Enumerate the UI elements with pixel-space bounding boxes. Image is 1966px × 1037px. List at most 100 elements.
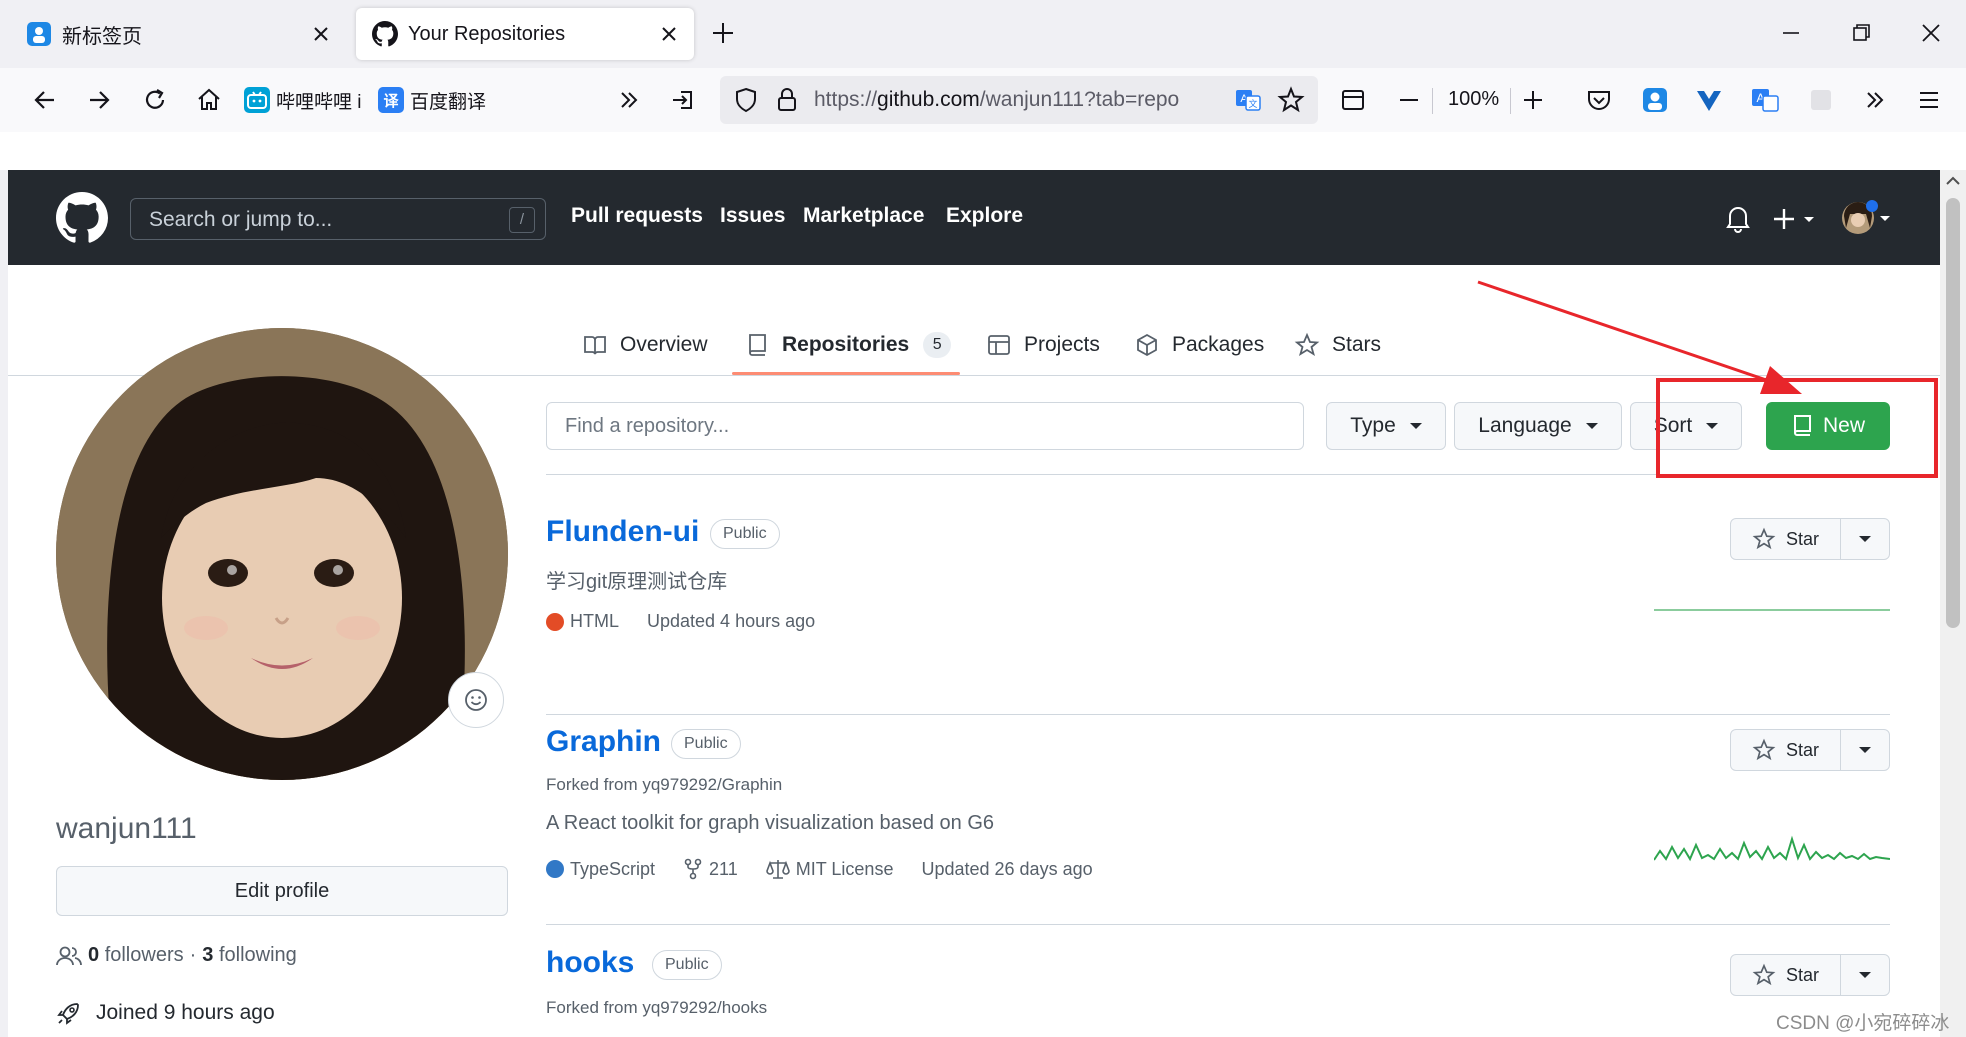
sidebar-icon[interactable] xyxy=(1338,85,1368,115)
new-tab-plus-icon[interactable] xyxy=(710,20,736,46)
scrollbar-thumb[interactable] xyxy=(1946,198,1960,628)
caret-down-icon xyxy=(1409,423,1422,429)
forked-from[interactable]: Forked from yq979292/Graphin xyxy=(546,775,782,795)
nav-pull-requests[interactable]: Pull requests xyxy=(571,204,703,228)
zoom-out-icon[interactable] xyxy=(1394,85,1424,115)
star-action[interactable]: Star xyxy=(1731,519,1841,559)
tab-your-repositories[interactable]: Your Repositories xyxy=(356,8,694,60)
repo-item: Flunden-ui Public 学习git原理测试仓库 HTML Updat… xyxy=(546,515,1890,715)
fork-icon xyxy=(684,858,702,880)
github-search-input[interactable]: Search or jump to... / xyxy=(130,198,546,240)
nav-issues[interactable]: Issues xyxy=(720,204,785,228)
star-icon xyxy=(1752,963,1776,986)
extension-puzzle-icon[interactable] xyxy=(1806,85,1836,115)
zoom-in-icon[interactable] xyxy=(1518,85,1548,115)
star-list-dropdown[interactable] xyxy=(1841,519,1889,559)
browser-tab-bar: 新标签页 Your Repositories xyxy=(0,0,1966,68)
bookmark-bilibili[interactable]: 哔哩哔哩 i xyxy=(244,84,362,116)
star-button[interactable]: Star xyxy=(1730,954,1890,996)
star-list-dropdown[interactable] xyxy=(1841,730,1889,770)
overflow-menu-icon[interactable] xyxy=(1860,85,1890,115)
star-button[interactable]: Star xyxy=(1730,729,1890,771)
hamburger-menu-icon[interactable] xyxy=(1914,85,1944,115)
find-repository-input[interactable]: Find a repository... xyxy=(546,402,1304,450)
scroll-up-arrow-icon[interactable] xyxy=(1940,170,1966,192)
create-new-plus-icon[interactable] xyxy=(1772,206,1818,232)
toolbar-gap xyxy=(0,132,1966,170)
star-button[interactable]: Star xyxy=(1730,518,1890,560)
forks-link[interactable]: 211 xyxy=(683,858,738,880)
people-icon xyxy=(56,946,82,965)
tab-title: Your Repositories xyxy=(408,22,566,45)
star-action[interactable]: Star xyxy=(1731,955,1841,995)
tab-label: Stars xyxy=(1332,333,1382,356)
forward-arrow-icon[interactable] xyxy=(84,85,114,115)
bookmarks-overflow-icon[interactable] xyxy=(614,85,644,115)
vue-devtools-icon[interactable] xyxy=(1694,85,1724,115)
lock-icon[interactable] xyxy=(774,86,800,114)
tab-title: 新标签页 xyxy=(62,25,142,48)
minimize-icon[interactable] xyxy=(1778,20,1804,46)
repo-name-link[interactable]: Graphin xyxy=(546,725,661,759)
repo-updated: Updated 4 hours ago xyxy=(647,611,816,631)
type-filter-button[interactable]: Type xyxy=(1326,402,1446,450)
repo-description: A React toolkit for graph visualization … xyxy=(546,812,995,834)
close-icon[interactable] xyxy=(310,23,332,45)
star-label: Star xyxy=(1785,739,1819,760)
page-translate-icon[interactable]: A文 xyxy=(1234,86,1262,114)
address-bar[interactable]: https://github.com/wanjun111?tab=repo A文 xyxy=(720,76,1318,124)
shield-icon[interactable] xyxy=(732,86,760,114)
window-close-icon[interactable] xyxy=(1918,20,1944,46)
tab-new-tab[interactable]: 新标签页 xyxy=(10,8,346,60)
tab-packages[interactable]: Packages xyxy=(1134,325,1264,365)
language-filter-button[interactable]: Language xyxy=(1454,402,1622,450)
tab-stars[interactable]: Stars xyxy=(1294,325,1381,365)
profile-avatar[interactable] xyxy=(56,328,508,780)
set-status-button[interactable] xyxy=(448,672,504,728)
followers-link[interactable]: 0 followers xyxy=(88,944,184,967)
following-link[interactable]: 3 following xyxy=(202,944,297,967)
separator: · xyxy=(189,944,197,966)
tab-overview[interactable]: Overview xyxy=(582,325,708,365)
repo-item: Graphin Public Forked from yq979292/Grap… xyxy=(546,725,1890,935)
fork-count: 211 xyxy=(709,858,738,879)
bell-icon[interactable] xyxy=(1724,203,1752,233)
zoom-level[interactable]: 100% xyxy=(1448,88,1499,111)
tab-label: Packages xyxy=(1172,333,1265,356)
reload-icon[interactable] xyxy=(140,85,170,115)
rocket-icon xyxy=(57,1003,79,1025)
page-scrollbar[interactable] xyxy=(1940,170,1966,1037)
smiley-icon xyxy=(465,689,487,711)
back-arrow-icon[interactable] xyxy=(30,85,60,115)
repo-icon xyxy=(749,334,766,356)
bookmark-star-icon[interactable] xyxy=(1276,85,1306,115)
star-action[interactable]: Star xyxy=(1731,730,1841,770)
new-tab-page-icon xyxy=(26,21,52,47)
profile-extension-icon[interactable] xyxy=(1640,85,1670,115)
close-icon[interactable] xyxy=(658,23,680,45)
translate-extension-icon[interactable]: A xyxy=(1750,85,1780,115)
sign-in-icon[interactable] xyxy=(668,85,698,115)
github-header: Search or jump to... / Pull requests Iss… xyxy=(8,170,1940,265)
restore-icon[interactable] xyxy=(1848,20,1874,46)
profile-username: wanjun111 xyxy=(56,812,197,845)
bookmark-baidu-translate[interactable]: 译 百度翻译 xyxy=(378,84,486,116)
svg-text:文: 文 xyxy=(1248,98,1257,110)
forked-from[interactable]: Forked from yq979292/hooks xyxy=(546,998,767,1018)
github-logo-icon[interactable] xyxy=(56,192,108,244)
repo-name-link[interactable]: Flunden-ui xyxy=(546,515,699,549)
activity-sparkline xyxy=(1654,609,1890,611)
tab-repositories[interactable]: Repositories 5 xyxy=(744,325,952,365)
bookmark-label: 哔哩哔哩 i xyxy=(276,91,362,113)
edit-profile-button[interactable]: Edit profile xyxy=(56,866,508,916)
joined-info: Joined 9 hours ago xyxy=(56,1000,275,1026)
home-icon[interactable] xyxy=(194,85,224,115)
nav-explore[interactable]: Explore xyxy=(946,204,1023,228)
user-avatar-menu[interactable] xyxy=(1840,198,1896,238)
pocket-icon[interactable] xyxy=(1584,85,1614,115)
repo-meta: TypeScript 211 MIT License Updated 26 da… xyxy=(546,858,1093,880)
nav-marketplace[interactable]: Marketplace xyxy=(803,204,924,228)
tab-projects[interactable]: Projects xyxy=(986,325,1100,365)
repo-name-link[interactable]: hooks xyxy=(546,946,634,980)
star-list-dropdown[interactable] xyxy=(1841,955,1889,995)
